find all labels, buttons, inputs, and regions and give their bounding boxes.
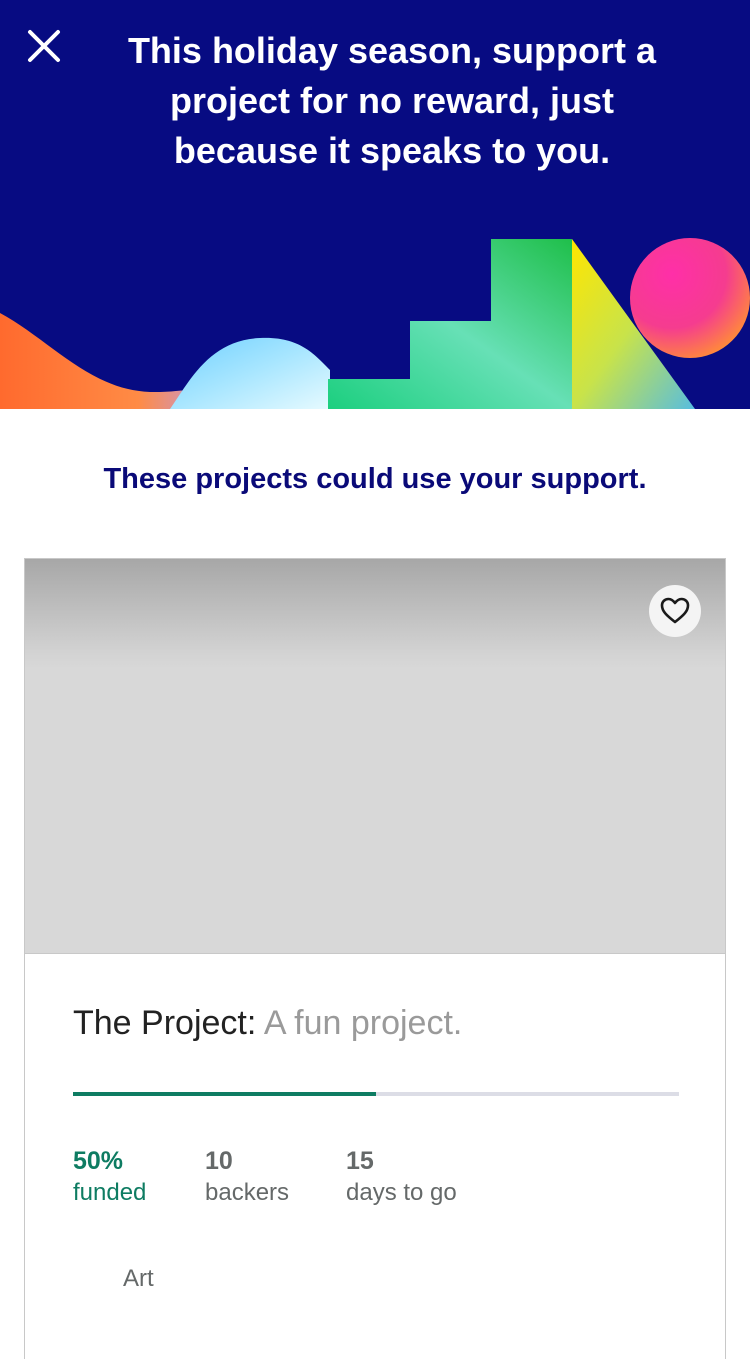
- heart-outline-icon: [660, 597, 690, 624]
- save-project-button[interactable]: [649, 585, 701, 637]
- project-title[interactable]: The Project: A fun project.: [73, 999, 462, 1047]
- funding-progress-bar: [73, 1092, 679, 1096]
- stat-backers-label: backers: [205, 1179, 290, 1206]
- funding-progress-fill: [73, 1092, 376, 1096]
- project-name: The Project:: [73, 1004, 257, 1042]
- stat-backers-value: 10: [205, 1147, 233, 1175]
- promo-header: This holiday season, support a project f…: [0, 0, 750, 409]
- stat-days-label: days to go: [346, 1179, 457, 1206]
- stat-days-to-go: 15 days to go: [346, 1145, 457, 1209]
- project-category[interactable]: Art: [123, 1263, 154, 1295]
- project-image[interactable]: [25, 559, 725, 954]
- stat-backers: 10 backers: [205, 1145, 289, 1209]
- stat-funded-value: 50%: [73, 1147, 124, 1175]
- close-icon: [28, 30, 60, 62]
- stat-days-value: 15: [346, 1147, 374, 1175]
- close-button[interactable]: [22, 24, 66, 68]
- project-blurb: A fun project.: [263, 1004, 463, 1042]
- stat-funded-label: funded: [73, 1179, 147, 1206]
- header-title: This holiday season, support a project f…: [127, 30, 657, 171]
- section-subtitle: These projects could use your support.: [103, 463, 647, 495]
- stat-funded: 50% funded: [73, 1145, 146, 1209]
- project-card[interactable]: The Project: A fun project. 50% funded 1…: [24, 558, 726, 1359]
